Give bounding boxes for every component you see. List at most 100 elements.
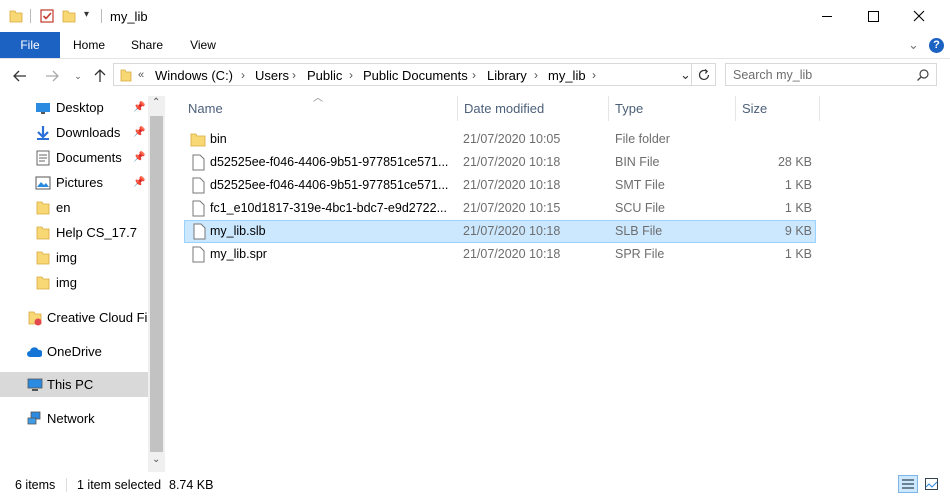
nav-item-this-pc[interactable]: This PC — [0, 372, 148, 397]
close-icon — [913, 10, 925, 22]
help-icon[interactable]: ? — [929, 38, 944, 53]
scroll-down-icon[interactable]: ⌄ — [152, 454, 160, 465]
minimize-button[interactable] — [804, 0, 850, 32]
tab-view[interactable]: View — [180, 32, 226, 58]
scrollbar-thumb[interactable] — [150, 116, 163, 452]
file-row[interactable]: fc1_e10d1817-319e-4bc1-bdc7-e9d2722... 2… — [184, 198, 816, 220]
column-header-type[interactable]: Type — [615, 96, 725, 121]
file-date: 21/07/2020 10:15 — [463, 201, 561, 215]
column-divider[interactable] — [735, 96, 736, 121]
breadcrumb-separator-icon[interactable]: › — [592, 68, 596, 82]
nav-item-desktop[interactable]: Desktop 📌 — [0, 95, 148, 120]
breadcrumb-separator-icon[interactable]: › — [292, 68, 296, 82]
file-type: SMT File — [615, 178, 665, 192]
item-count: 6 items — [15, 478, 56, 492]
nav-item-label: Downloads — [56, 125, 121, 140]
column-divider[interactable] — [819, 96, 820, 121]
file-size: 1 KB — [784, 201, 812, 215]
nav-item-documents[interactable]: Documents 📌 — [0, 145, 148, 170]
nav-item-network[interactable]: Network — [0, 406, 148, 431]
file-size: 1 KB — [784, 178, 812, 192]
nav-item-creative-cloud[interactable]: Creative Cloud Files — [0, 305, 148, 330]
maximize-button[interactable] — [850, 0, 896, 32]
scroll-up-icon[interactable]: ⌃ — [152, 97, 160, 108]
up-button[interactable] — [90, 66, 110, 86]
file-date: 21/07/2020 10:18 — [463, 247, 561, 261]
search-input[interactable]: Search my_lib — [733, 68, 812, 82]
pin-icon: 📌 — [133, 127, 146, 138]
search-box[interactable]: Search my_lib — [725, 63, 937, 86]
column-divider[interactable] — [608, 96, 609, 121]
column-divider[interactable] — [457, 96, 458, 121]
nav-item-pictures[interactable]: Pictures 📌 — [0, 170, 148, 195]
nav-item-downloads[interactable]: Downloads 📌 — [0, 120, 148, 145]
nav-item-label: This PC — [47, 377, 94, 392]
documents-icon — [36, 150, 50, 165]
file-row[interactable]: bin 21/07/2020 10:05 File folder — [184, 129, 816, 151]
arrow-left-icon — [13, 70, 26, 82]
nav-pane-scrollbar[interactable]: ⌃ ⌄ — [148, 96, 165, 472]
file-row[interactable]: my_lib.spr 21/07/2020 10:18 SPR File 1 K… — [184, 244, 816, 266]
file-icon — [192, 177, 205, 194]
breadcrumb-separator-icon[interactable]: › — [349, 68, 353, 82]
file-row[interactable]: d52525ee-f046-4406-9b51-977851ce571... 2… — [184, 152, 816, 174]
file-date: 21/07/2020 10:18 — [463, 178, 561, 192]
folder-icon — [36, 276, 50, 289]
folder-icon — [120, 69, 132, 82]
expand-ribbon-icon[interactable]: ⌄ — [908, 37, 919, 53]
folder-icon — [9, 10, 23, 23]
breadcrumb-library[interactable]: Library — [487, 68, 527, 83]
breadcrumb-separator-icon[interactable]: › — [241, 68, 245, 82]
search-icon[interactable] — [916, 68, 930, 82]
file-type: BIN File — [615, 155, 660, 169]
breadcrumb-users[interactable]: Users — [255, 68, 289, 83]
column-header-name[interactable]: Name — [188, 96, 454, 121]
file-row-selected[interactable]: my_lib.slb 21/07/2020 10:18 SLB File 9 K… — [184, 220, 816, 243]
refresh-button[interactable] — [692, 63, 716, 86]
nav-item-help-cs[interactable]: Help CS_17.7 — [0, 220, 148, 245]
nav-item-label: Creative Cloud Files — [47, 310, 148, 325]
status-bar: 6 items 1 item selected 8.74 KB — [0, 472, 950, 498]
root-marker[interactable]: « — [138, 69, 144, 81]
details-view-button[interactable] — [898, 475, 918, 493]
customize-toolbar-icon[interactable]: ▾ — [84, 9, 89, 20]
separator — [66, 478, 67, 492]
forward-button[interactable] — [42, 66, 62, 86]
nav-item-en[interactable]: en — [0, 195, 148, 220]
arrow-up-icon — [94, 69, 106, 82]
close-button[interactable] — [896, 0, 942, 32]
column-header-size[interactable]: Size — [742, 96, 812, 121]
nav-item-label: Documents — [56, 150, 122, 165]
arrow-right-icon — [46, 70, 59, 82]
tab-share[interactable]: Share — [124, 32, 170, 58]
breadcrumb-drive[interactable]: Windows (C:) — [155, 68, 233, 83]
refresh-icon — [698, 69, 710, 81]
column-header-date[interactable]: Date modified — [464, 96, 604, 121]
tab-home[interactable]: Home — [66, 32, 112, 58]
back-button[interactable] — [10, 66, 30, 86]
nav-item-onedrive[interactable]: OneDrive — [0, 339, 148, 364]
large-icons-view-button[interactable] — [922, 475, 942, 493]
breadcrumb-public[interactable]: Public — [307, 68, 342, 83]
nav-item-img[interactable]: img — [0, 270, 148, 295]
recent-locations-button[interactable]: ⌄ — [68, 66, 88, 86]
file-type: SLB File — [615, 224, 663, 238]
properties-checkmark-icon[interactable] — [39, 8, 55, 24]
breadcrumb-separator-icon[interactable]: › — [534, 68, 538, 82]
address-bar[interactable]: « Windows (C:) › Users › Public › Public… — [113, 63, 692, 86]
breadcrumb-separator-icon[interactable]: › — [472, 68, 476, 82]
computer-icon — [27, 378, 43, 391]
address-dropdown-icon[interactable]: ⌄ — [680, 67, 691, 83]
file-name: my_lib.spr — [210, 247, 267, 261]
new-folder-icon[interactable] — [62, 9, 76, 23]
breadcrumb-public-documents[interactable]: Public Documents — [363, 68, 468, 83]
tab-file[interactable]: File — [0, 32, 60, 58]
nav-item-img[interactable]: img — [0, 245, 148, 270]
file-row[interactable]: d52525ee-f046-4406-9b51-977851ce571... 2… — [184, 175, 816, 197]
nav-item-label: OneDrive — [47, 344, 102, 359]
file-name: d52525ee-f046-4406-9b51-977851ce571... — [210, 178, 449, 192]
file-size: 28 KB — [777, 155, 812, 169]
breadcrumb-my-lib[interactable]: my_lib — [548, 68, 586, 83]
nav-item-label: Pictures — [56, 175, 103, 190]
file-size: 9 KB — [784, 224, 812, 238]
